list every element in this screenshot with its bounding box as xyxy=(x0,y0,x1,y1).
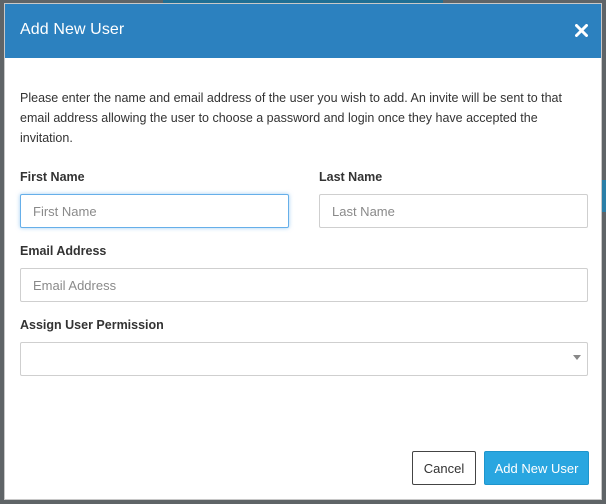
first-name-label: First Name xyxy=(20,170,85,184)
last-name-label: Last Name xyxy=(319,170,383,184)
dialog-header: Add New User xyxy=(5,4,601,58)
chevron-down-icon xyxy=(573,355,581,360)
permission-select[interactable] xyxy=(20,342,588,376)
add-new-user-button[interactable]: Add New User xyxy=(484,451,589,485)
email-input[interactable] xyxy=(20,268,588,302)
close-button[interactable] xyxy=(570,18,592,42)
dialog-body: Please enter the name and email address … xyxy=(20,88,586,148)
email-label: Email Address xyxy=(20,244,107,258)
add-user-dialog: Add New User Please enter the name and e… xyxy=(4,3,602,500)
permission-label: Assign User Permission xyxy=(20,318,164,332)
cancel-button[interactable]: Cancel xyxy=(412,451,476,485)
intro-text: Please enter the name and email address … xyxy=(20,91,562,145)
first-name-input[interactable] xyxy=(20,194,289,228)
last-name-input[interactable] xyxy=(319,194,588,228)
close-icon xyxy=(574,23,588,37)
dialog-title: Add New User xyxy=(20,21,125,38)
